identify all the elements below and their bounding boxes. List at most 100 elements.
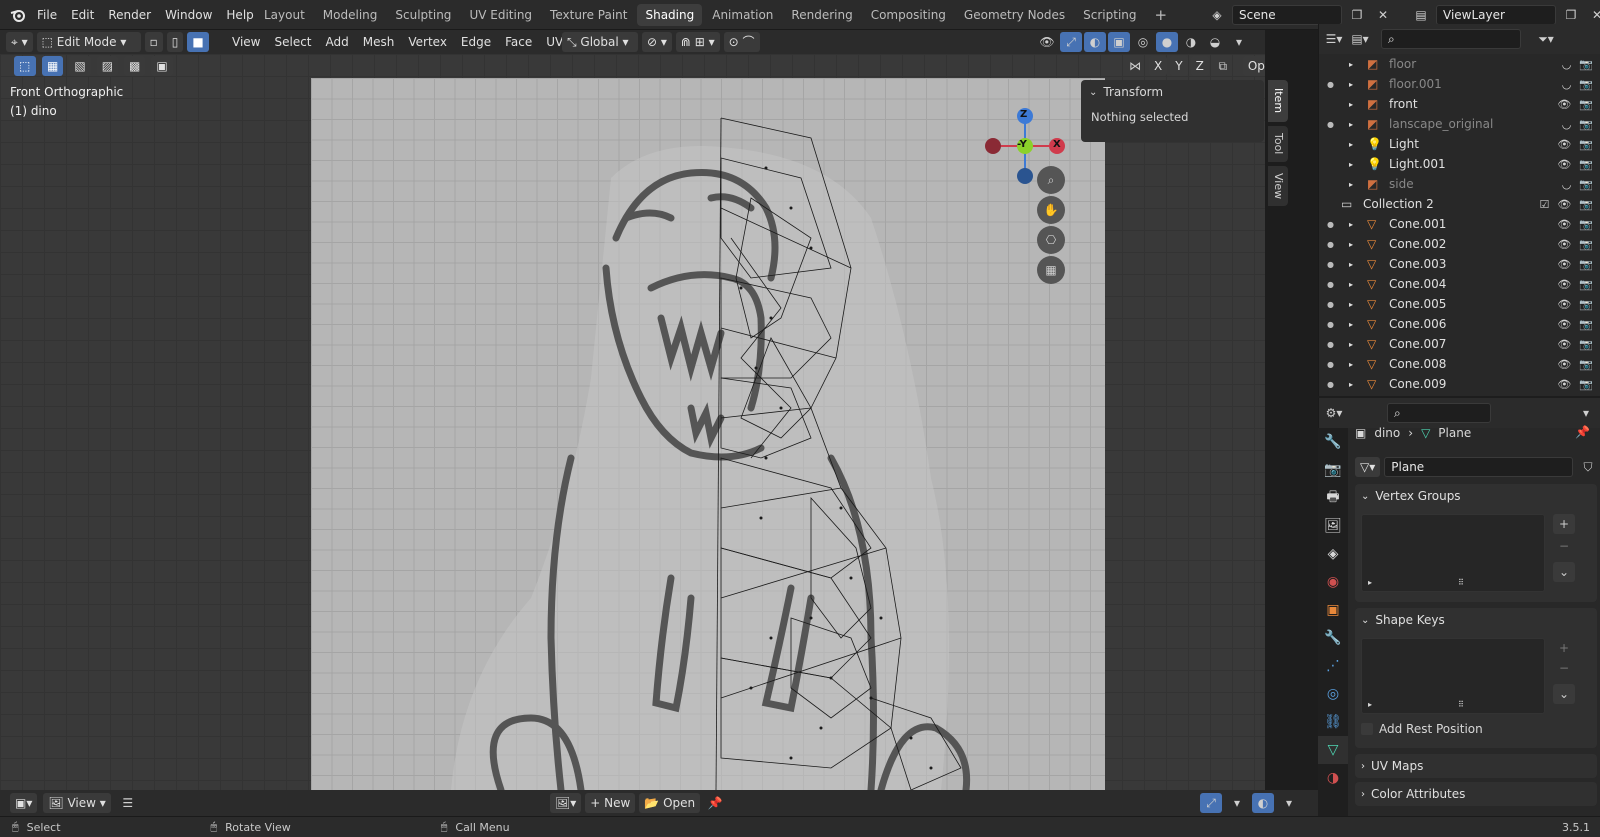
display-mode-icon[interactable]: ▤▾ bbox=[1349, 29, 1371, 49]
expand-icon[interactable]: ▸ bbox=[1368, 578, 1372, 587]
object-tab-icon[interactable]: ▣ bbox=[1318, 596, 1348, 624]
outliner-row[interactable]: ▭ Collection 2 ☑ 👁 📷 bbox=[1319, 194, 1600, 214]
pin-icon[interactable]: 📌 bbox=[1575, 425, 1590, 439]
remove-shape-key-button[interactable]: − bbox=[1553, 658, 1575, 678]
outliner-row-name[interactable]: Cone.005 bbox=[1389, 297, 1446, 311]
outliner-row[interactable]: ▸ 💡 Light.001 👁 📷 bbox=[1319, 154, 1600, 174]
expand-arrow-icon[interactable]: ▸ bbox=[1349, 120, 1353, 129]
expand-arrow-icon[interactable]: ▸ bbox=[1349, 260, 1353, 269]
expand-arrow-icon[interactable]: ▸ bbox=[1349, 160, 1353, 169]
new-scene-icon[interactable]: ❐ bbox=[1346, 5, 1368, 25]
image-view-dropdown[interactable]: 🖼 View ▾ bbox=[43, 793, 111, 813]
outliner-row-name[interactable]: side bbox=[1389, 177, 1414, 191]
outliner-row[interactable]: ● ▸ ▽ Cone.009 👁 📷 bbox=[1319, 374, 1600, 394]
outliner-row[interactable]: ● ▸ ▽ Cone.006 👁 📷 bbox=[1319, 314, 1600, 334]
gizmo-toggle-icon[interactable]: ⤢ bbox=[1060, 32, 1082, 52]
expand-arrow-icon[interactable]: ▸ bbox=[1349, 380, 1353, 389]
panel-chevron-icon[interactable]: ⌄ bbox=[1361, 491, 1369, 502]
tab-scripting[interactable]: Scripting bbox=[1075, 4, 1144, 26]
menu-face[interactable]: Face bbox=[498, 35, 539, 49]
mirror-z-toggle[interactable]: Z bbox=[1190, 56, 1209, 76]
expand-arrow-icon[interactable]: ▸ bbox=[1349, 280, 1353, 289]
collapse-chevron-icon[interactable]: ⌄ bbox=[1089, 87, 1097, 98]
camera-icon[interactable]: 📷 bbox=[1579, 138, 1593, 151]
tab-compositing[interactable]: Compositing bbox=[863, 4, 954, 26]
shading-wireframe-icon[interactable]: ◎ bbox=[1132, 32, 1154, 52]
visibility-icon[interactable]: 👁 bbox=[1036, 32, 1058, 52]
editor-type-icon[interactable]: ⌖ ▾ bbox=[6, 32, 33, 52]
expand-arrow-icon[interactable]: ▸ bbox=[1349, 220, 1353, 229]
outliner-row-name[interactable]: Cone.009 bbox=[1389, 377, 1446, 391]
mesh-name-field[interactable]: Plane bbox=[1384, 457, 1573, 477]
eye-icon[interactable]: 👁 bbox=[1557, 318, 1571, 331]
properties-editor[interactable]: ⚙▾ ⌕ ▾ ▣ dino › ▽ Plane 📌 ▽▾ Plane ⛉ ⌄ Ve… bbox=[1318, 398, 1600, 816]
outliner-row-name[interactable]: Light bbox=[1389, 137, 1419, 151]
camera-icon[interactable]: 📷 bbox=[1579, 98, 1593, 111]
image-overlay-icon[interactable]: ◐ bbox=[1252, 793, 1274, 813]
camera-icon[interactable]: 📷 bbox=[1579, 378, 1593, 391]
constraints-tab-icon[interactable]: ⛓ bbox=[1318, 708, 1348, 736]
eye-icon[interactable]: 👁 bbox=[1557, 218, 1571, 231]
auto-merge-icon[interactable]: ⧉ bbox=[1212, 56, 1234, 76]
add-vertex-group-button[interactable]: + bbox=[1553, 514, 1575, 534]
image-gizmo-icon[interactable]: ⤢ bbox=[1200, 793, 1222, 813]
properties-editor-icon[interactable]: ⚙▾ bbox=[1323, 403, 1345, 423]
expand-arrow-icon[interactable]: ▸ bbox=[1349, 80, 1353, 89]
mirror-y-toggle[interactable]: Y bbox=[1170, 56, 1188, 76]
render-tab-icon[interactable]: 📷 bbox=[1318, 456, 1348, 484]
expand-arrow-icon[interactable]: ▸ bbox=[1349, 180, 1353, 189]
shape-keys-list[interactable]: ▸ ⠿ bbox=[1361, 638, 1545, 714]
outliner-row-name[interactable]: Collection 2 bbox=[1363, 197, 1434, 211]
eye-icon[interactable]: 👁 bbox=[1557, 238, 1571, 251]
blender-logo-icon[interactable] bbox=[6, 8, 30, 22]
eye-icon[interactable]: ◡ bbox=[1562, 118, 1572, 131]
camera-icon[interactable]: 📷 bbox=[1579, 118, 1593, 131]
camera-icon[interactable]: 📷 bbox=[1579, 158, 1593, 171]
select-mode-intersect-icon[interactable]: ▩ bbox=[124, 56, 146, 76]
color-attributes-title[interactable]: Color Attributes bbox=[1371, 787, 1465, 801]
menu-help[interactable]: Help bbox=[219, 0, 260, 30]
physics-tab-icon[interactable]: ◎ bbox=[1318, 680, 1348, 708]
eye-icon[interactable]: 👁 bbox=[1557, 338, 1571, 351]
ortho-grid-icon[interactable]: ▦ bbox=[1037, 256, 1065, 284]
pan-hand-icon[interactable]: ✋ bbox=[1037, 196, 1065, 224]
view-layer-tab-icon[interactable]: 🖼 bbox=[1318, 512, 1348, 540]
menu-mesh[interactable]: Mesh bbox=[356, 35, 402, 49]
camera-icon[interactable]: 📷 bbox=[1579, 258, 1593, 271]
tab-sculpting[interactable]: Sculpting bbox=[387, 4, 459, 26]
menu-file[interactable]: File bbox=[30, 0, 64, 30]
outliner-row-name[interactable]: lanscape_original bbox=[1389, 117, 1493, 131]
select-mode-new-icon[interactable]: ▦ bbox=[42, 56, 64, 76]
orientation-dropdown[interactable]: ⤡ Global ▾ bbox=[562, 32, 638, 52]
camera-view-icon[interactable]: ⎔ bbox=[1037, 226, 1065, 254]
panel-chevron-icon[interactable]: › bbox=[1361, 761, 1365, 772]
image-editor-type-icon[interactable]: ▣▾ bbox=[10, 793, 38, 813]
overlay-toggle-icon[interactable]: ◐ bbox=[1084, 32, 1106, 52]
properties-options-icon[interactable]: ▾ bbox=[1575, 403, 1597, 423]
outliner-row[interactable]: ● ▸ ◩ floor.001 ◡ 📷 bbox=[1319, 74, 1600, 94]
camera-icon[interactable]: 📷 bbox=[1579, 338, 1593, 351]
outliner-row[interactable]: ● ▸ ▽ Cone.004 👁 📷 bbox=[1319, 274, 1600, 294]
shading-solid-icon[interactable]: ● bbox=[1156, 32, 1178, 52]
select-mode-invert-icon[interactable]: ▣ bbox=[151, 56, 173, 76]
sidebar-tab-view[interactable]: View bbox=[1268, 166, 1288, 206]
outliner-row-name[interactable]: Cone.004 bbox=[1389, 277, 1446, 291]
outliner-row[interactable]: ▸ ◩ floor ◡ 📷 bbox=[1319, 54, 1600, 74]
vertex-groups-list[interactable]: ▸ ⠿ bbox=[1361, 514, 1545, 592]
menu-view[interactable]: View bbox=[225, 35, 267, 49]
outliner-row-name[interactable]: Cone.001 bbox=[1389, 217, 1446, 231]
sidebar-tab-tool[interactable]: Tool bbox=[1268, 126, 1288, 162]
modifier-tab-icon[interactable]: 🔧 bbox=[1318, 624, 1348, 652]
delete-scene-icon[interactable]: ✕ bbox=[1372, 5, 1394, 25]
camera-icon[interactable]: 📷 bbox=[1579, 298, 1593, 311]
outliner-search[interactable]: ⌕ bbox=[1381, 29, 1521, 49]
outliner-row[interactable]: ● ▸ ▽ Cone.007 👁 📷 bbox=[1319, 334, 1600, 354]
tool-tab-icon[interactable]: 🔧 bbox=[1318, 428, 1348, 456]
particles-tab-icon[interactable]: ⋰ bbox=[1318, 652, 1348, 680]
tab-modeling[interactable]: Modeling bbox=[315, 4, 386, 26]
camera-icon[interactable]: 📷 bbox=[1579, 238, 1593, 251]
snap-icon[interactable]: ⋒ ⊞ ▾ bbox=[675, 32, 720, 52]
select-mode-extend-icon[interactable]: ▧ bbox=[69, 56, 91, 76]
expand-arrow-icon[interactable]: ▸ bbox=[1349, 240, 1353, 249]
eye-icon[interactable]: 👁 bbox=[1557, 258, 1571, 271]
